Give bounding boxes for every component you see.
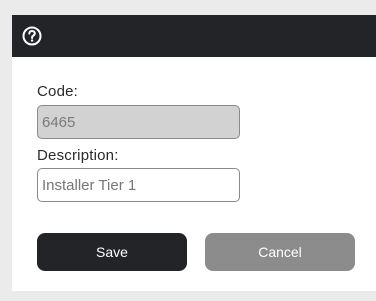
description-field[interactable] xyxy=(37,168,240,202)
dialog-titlebar xyxy=(12,15,376,57)
code-label: Code: xyxy=(37,83,79,100)
cancel-button[interactable]: Cancel xyxy=(205,233,355,271)
help-circle-icon[interactable] xyxy=(22,26,42,46)
edit-dialog: Code: Description: Save Cancel xyxy=(12,15,376,291)
code-field[interactable] xyxy=(37,105,240,139)
save-button[interactable]: Save xyxy=(37,233,187,271)
description-label: Description: xyxy=(37,147,119,164)
